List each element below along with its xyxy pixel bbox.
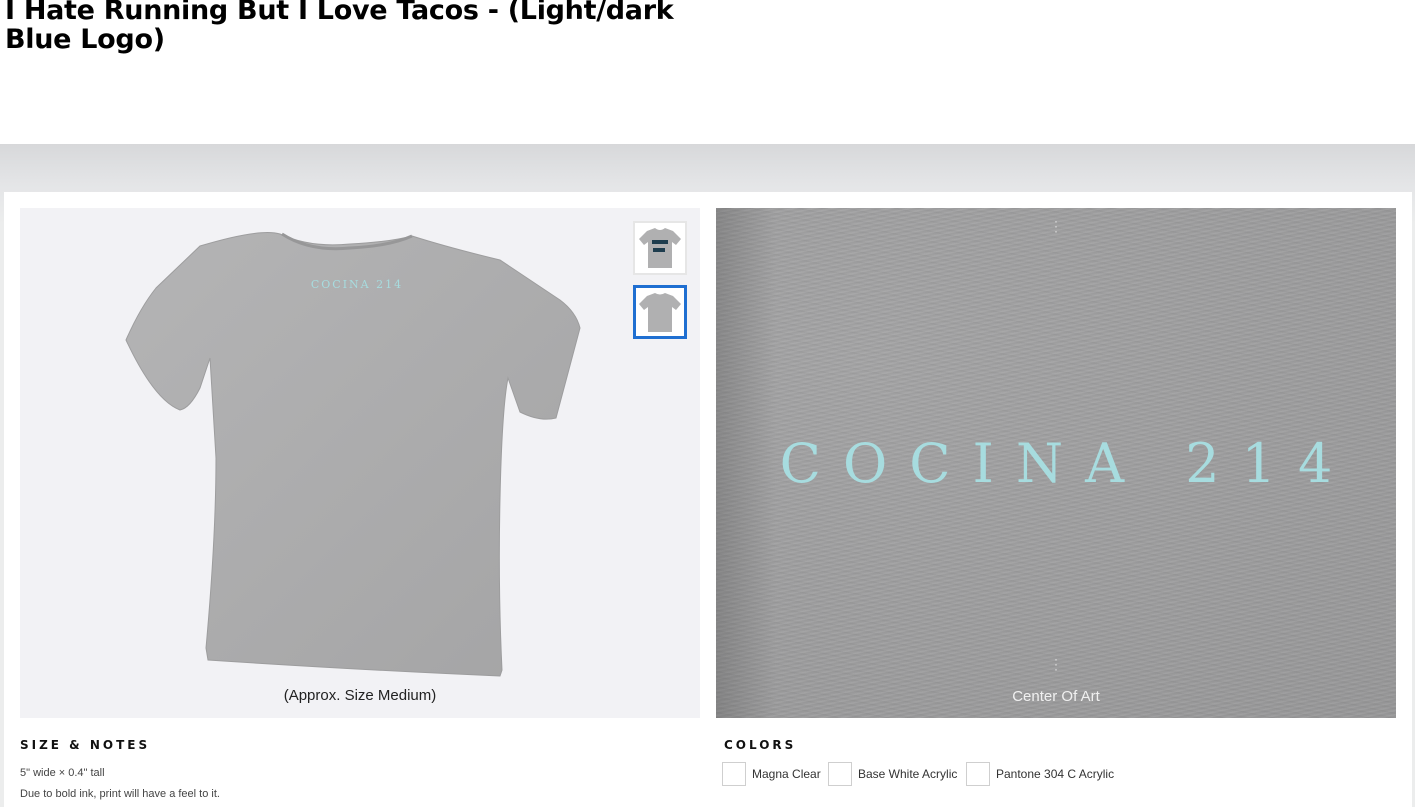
tshirt-back-thumb-icon [639, 293, 681, 332]
shirt-preview: COCINA 214 [20, 208, 700, 718]
color-option-magna-clear[interactable]: Magna Clear [722, 762, 821, 786]
color-option-base-white[interactable]: Base White Acrylic [828, 762, 957, 786]
size-notes-heading: SIZE & NOTES [20, 738, 151, 752]
guide-marker-top-icon: · · · [1054, 214, 1058, 238]
tshirt-front-thumb-icon [639, 228, 681, 268]
color-swatch[interactable] [722, 762, 746, 786]
zoom-print-text: COCINA 214 [779, 432, 1355, 495]
print-note: Due to bold ink, print will have a feel … [20, 788, 220, 800]
color-label: Magna Clear [752, 767, 821, 781]
size-dimensions: 5" wide × 0.4" tall [20, 767, 105, 779]
colors-heading: COLORS [724, 738, 797, 752]
guide-marker-bottom-icon: · · · [1054, 652, 1058, 676]
shirt-print-text: COCINA 214 [311, 278, 403, 291]
preview-caption: (Approx. Size Medium) [283, 687, 437, 704]
zoom-caption: Center Of Art [1012, 688, 1100, 705]
color-option-pantone-304c[interactable]: Pantone 304 C Acrylic [966, 762, 1114, 786]
color-swatch[interactable] [828, 762, 852, 786]
color-swatch[interactable] [966, 762, 990, 786]
color-label: Base White Acrylic [858, 767, 958, 781]
print-zoom-view: · · · COCINA 214 · · · Center Of Art [716, 208, 1396, 718]
color-label: Pantone 304 C Acrylic [996, 767, 1115, 781]
thumbnail-front[interactable] [633, 221, 687, 275]
thumbnail-back[interactable] [633, 285, 687, 339]
tshirt-back-image: COCINA 214 [125, 232, 581, 677]
product-title: I Hate Running But I Love Tacos - (Light… [5, 0, 674, 55]
